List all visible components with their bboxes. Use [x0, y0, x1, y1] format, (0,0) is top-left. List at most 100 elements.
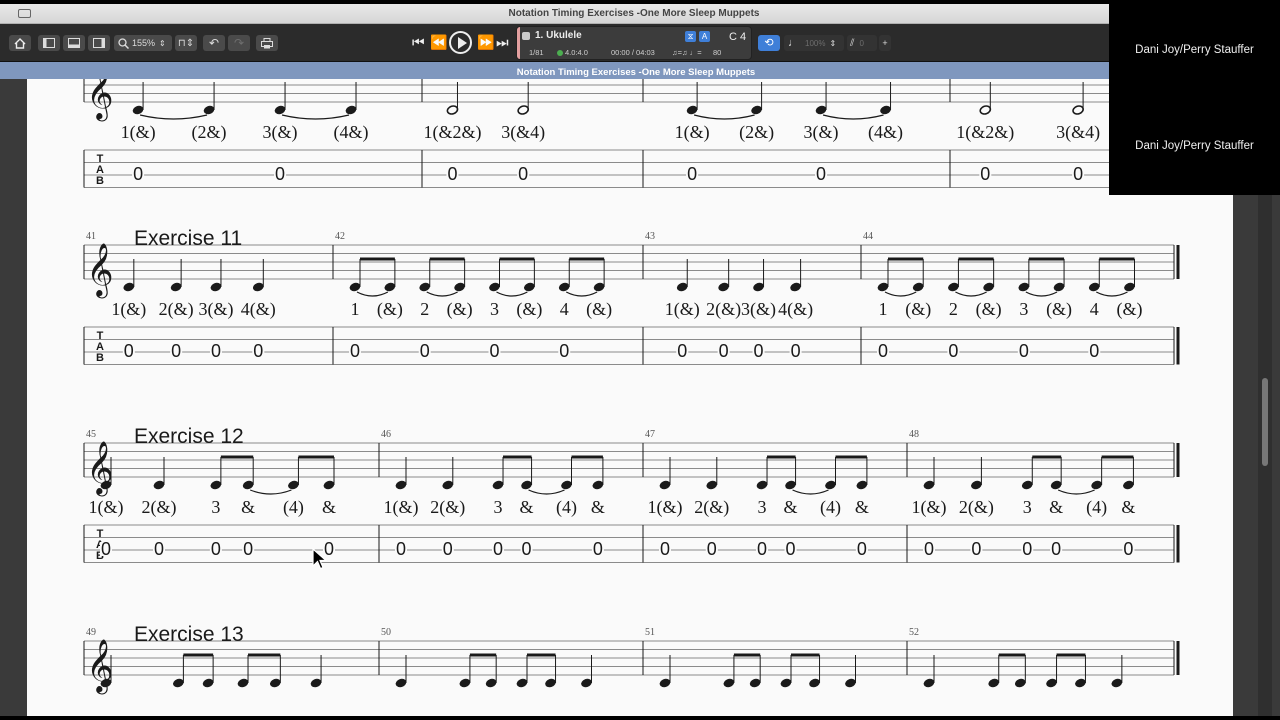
note-head [686, 105, 698, 115]
track-display[interactable]: 1. Ukulele 1/81 4.0:4.0 00:00 / 04:03 ♫=… [516, 26, 752, 60]
note-head [856, 480, 868, 490]
tab-fret-number: 0 [447, 164, 457, 184]
fast-forward-button[interactable]: ⏩ [477, 32, 494, 52]
note-head [252, 282, 264, 292]
panel-bottom-button[interactable] [63, 35, 85, 51]
treble-clef-icon: 𝄞 [86, 243, 113, 298]
participant-name: Dani Joy/Perry Stauffer [1135, 44, 1254, 56]
note-head [815, 105, 827, 115]
count-label: 3 [758, 497, 767, 517]
exercise-title: Exercise 12 [134, 425, 244, 448]
count-label: 2(&) [694, 497, 729, 518]
score-canvas: TAB𝄞1(&) (2&) 3(&) (4&)0 01(&2&) 3(&4)0 01(&)(… [83, 79, 1233, 694]
note-head [459, 678, 471, 688]
loop-button[interactable]: ⟲ [758, 35, 780, 51]
window-title: Notation Timing Exercises -One More Slee… [508, 8, 760, 19]
treble-clef-icon: 𝄞 [86, 441, 113, 496]
tab-fret-number: 0 [124, 341, 134, 361]
note-head [485, 678, 497, 688]
tie-curve [955, 291, 987, 297]
tab-fret-number: 0 [593, 539, 603, 559]
toolbar: 155% ⇕ ⊓⇕ ↶ ↷ ⏮ ⏪ ⏩ ⏭ 1. Ukulele 1/81 4.… [0, 24, 1280, 62]
count-label: (&) [447, 299, 473, 320]
note-head [809, 678, 820, 688]
redo-icon: ↷ [233, 36, 245, 50]
plus-icon: + [882, 38, 888, 48]
count-label: & [322, 497, 336, 517]
key-display: C 4 [729, 31, 747, 43]
metronome-icon[interactable]: ⧖ [685, 31, 696, 42]
home-button[interactable] [9, 35, 31, 51]
note-head [971, 480, 982, 490]
score-page[interactable]: T A B 𝄞 1(&) (2&) 3(&) (4&) 0 0 1(&2&) 3(&4) 0 0 1(&)(… [27, 79, 1233, 716]
count-label: 1(&) [89, 497, 124, 518]
note-head [1075, 678, 1086, 688]
bar-number: 48 [909, 429, 919, 440]
note-head [1018, 282, 1030, 292]
count-label: 1(&) [121, 122, 156, 143]
tie-curve [792, 489, 829, 495]
tab-fret-number: 0 [211, 341, 221, 361]
bar-number: 43 [645, 231, 655, 242]
page-layout-icon: ⊓⇕ [177, 37, 195, 49]
zoom-stepper-icon[interactable]: ⇕ [159, 39, 166, 48]
tie-curve [1096, 291, 1128, 297]
tab-fret-number: 0 [493, 539, 503, 559]
rewind-button[interactable]: ⏪ [430, 32, 447, 52]
count-label: 3 [1023, 497, 1032, 517]
count-label: (4) [556, 497, 577, 518]
count-label: & [241, 497, 255, 517]
tab-fret-number: 0 [1051, 539, 1061, 559]
scrollbar-thumb[interactable] [1262, 378, 1268, 466]
tab-fret-number: 0 [660, 539, 670, 559]
page-layout-button[interactable]: ⊓⇕ [175, 35, 197, 51]
volume-control[interactable]: ♩ 100% ⇕ [784, 35, 844, 51]
count-label: 2(&) [706, 299, 741, 320]
exercise-title: Exercise 13 [134, 623, 244, 646]
note-head [170, 282, 182, 292]
note-head [877, 282, 889, 292]
count-label: & [784, 497, 798, 517]
undo-button[interactable]: ↶ [203, 35, 225, 51]
tab-fret-number: 0 [211, 539, 221, 559]
tuning-control[interactable]: ⫽ 0 [847, 35, 877, 51]
tab-fret-number: 0 [1123, 539, 1133, 559]
count-label: 4(&) [241, 299, 276, 320]
countin-icon[interactable]: A [699, 31, 710, 42]
note-head [979, 105, 992, 115]
count-label: 2(&) [959, 497, 994, 518]
tab-fret-number: 0 [489, 341, 499, 361]
note-head [442, 480, 454, 490]
count-label: (2&) [739, 122, 774, 143]
tab-fret-number: 0 [677, 341, 687, 361]
volume-stepper-icon[interactable]: ⇕ [829, 39, 836, 48]
panel-left-icon [43, 38, 55, 48]
bar-number: 51 [645, 627, 655, 638]
loop-icon: ⟲ [764, 37, 774, 49]
tie-curve [356, 291, 389, 297]
note-head [384, 282, 396, 292]
time-position: 00:00 / 04:03 [611, 48, 655, 57]
count-label: 2(&) [159, 299, 194, 320]
add-button[interactable]: + [879, 35, 891, 51]
bar-position: 1/81 [529, 48, 544, 57]
count-label: (&) [586, 299, 612, 320]
note-head [923, 678, 935, 688]
tie-curve [249, 489, 292, 495]
track-name: 1. Ukulele [535, 30, 582, 41]
skip-end-button[interactable]: ⏭ [496, 32, 509, 52]
skip-start-button[interactable]: ⏮ [412, 32, 425, 52]
count-label: 1 [879, 299, 888, 319]
print-button[interactable] [256, 35, 278, 51]
redo-button[interactable]: ↷ [228, 35, 250, 51]
zoom-control[interactable]: 155% ⇕ [114, 35, 172, 51]
panel-right-button[interactable] [88, 35, 110, 51]
tab-fret-number: 0 [980, 164, 990, 184]
panel-left-button[interactable] [38, 35, 60, 51]
tab-fret-number: 0 [133, 164, 143, 184]
tie-curve [426, 291, 458, 297]
note-head [274, 105, 286, 115]
play-button[interactable] [449, 31, 472, 54]
tie-curve [565, 291, 598, 297]
tab-fret-number: 0 [791, 341, 801, 361]
